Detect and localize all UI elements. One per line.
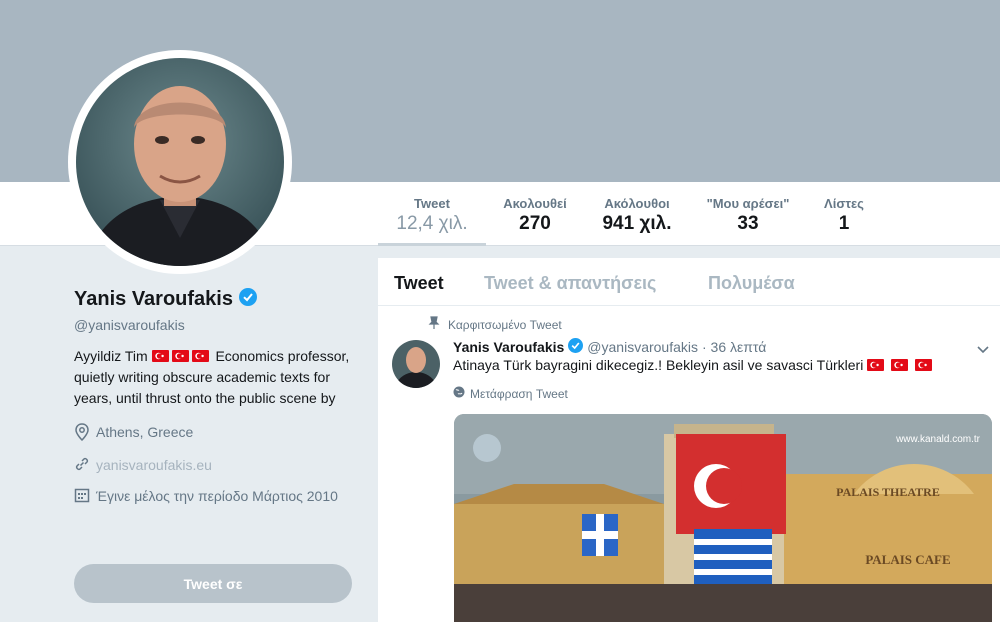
location-pin-icon	[74, 423, 90, 446]
turkey-flag-icon	[891, 359, 909, 371]
tab-media[interactable]: Πολυμέσα	[708, 273, 795, 294]
stat-likes[interactable]: "Μου αρέσει" 33	[700, 196, 796, 235]
tab-tweets[interactable]: Tweet	[394, 273, 444, 294]
profile-name[interactable]: Yanis Varoufakis	[74, 288, 233, 311]
joined-text: Έγινε μέλος την περίοδο Μάρτιος 2010	[96, 488, 338, 504]
media-sign-theatre: PALAIS THEATRE	[836, 485, 940, 499]
verified-badge-icon	[238, 288, 257, 311]
stat-value: 270	[519, 213, 551, 234]
globe-icon	[453, 386, 465, 401]
turkey-flag-icon	[151, 350, 169, 362]
stat-followers[interactable]: Ακόλουθοι 941 χιλ.	[594, 196, 680, 235]
tweet-author-name[interactable]: Yanis Varoufakis	[453, 339, 564, 355]
profile-website: yanisvaroufakis.eu	[74, 456, 364, 477]
translate-tweet-link[interactable]: Μετάφραση Tweet	[453, 386, 568, 401]
pinned-label: Καρφιτσωμένο Tweet	[448, 317, 562, 332]
timeline: Tweet Tweet & απαντήσεις Πολυμέσα Καρφιτ…	[378, 258, 1000, 622]
location-text: Athens, Greece	[96, 424, 194, 440]
calendar-icon	[74, 487, 90, 508]
profile-location: Athens, Greece	[74, 423, 364, 446]
turkey-flag-icon	[867, 359, 885, 371]
profile-card: Yanis Varoufakis @yanisvaroufakis Ayyild…	[74, 288, 364, 508]
turkey-flag-icon	[915, 359, 933, 371]
verified-badge-icon	[568, 338, 584, 356]
stat-label: Tweet	[414, 196, 450, 211]
stat-value: 941 χιλ.	[602, 213, 672, 234]
media-sign-cafe: PALAIS CAFE	[865, 552, 950, 567]
tweet-to-button[interactable]: Tweet σε	[74, 564, 352, 603]
turkey-flag-icon	[171, 350, 189, 362]
stat-label: Ακόλουθοι	[604, 196, 670, 211]
tweet-text: Atinaya Türk bayragini dikecegiz.! Bekle…	[453, 357, 935, 373]
pinned-indicator: Καρφιτσωμένο Tweet	[428, 316, 562, 333]
timeline-tabs: Tweet Tweet & απαντήσεις Πολυμέσα	[378, 258, 1000, 306]
stat-label: Λίστες	[824, 196, 864, 211]
pin-icon	[428, 316, 440, 333]
tweet-media-image[interactable]: www.kanald.com.tr PALAIS THEATRE PALAIS …	[454, 414, 992, 622]
tweet-author-handle[interactable]: @yanisvaroufakis	[587, 339, 698, 355]
profile-handle[interactable]: @yanisvaroufakis	[74, 317, 364, 333]
stat-value: 1	[838, 213, 850, 234]
stat-tweets[interactable]: Tweet 12,4 χιλ.	[378, 196, 486, 246]
chevron-down-icon[interactable]	[976, 342, 990, 360]
bio-text: Ayyildiz Tim	[74, 348, 148, 364]
tweet-avatar[interactable]	[392, 340, 440, 388]
stat-lists[interactable]: Λίστες 1	[814, 196, 874, 235]
tweet-header: Yanis Varoufakis @yanisvaroufakis · 36 λ…	[453, 338, 766, 356]
stat-following[interactable]: Ακολουθεί 270	[496, 196, 574, 235]
stat-value: 12,4 χιλ.	[396, 213, 468, 234]
link-icon	[74, 456, 90, 477]
profile-avatar[interactable]	[76, 58, 284, 266]
tweet-body: Atinaya Türk bayragini dikecegiz.! Bekle…	[453, 357, 864, 373]
tweet-timestamp[interactable]: · 36 λεπτά	[702, 339, 766, 355]
stat-value: 33	[737, 213, 759, 234]
profile-joined: Έγινε μέλος την περίοδο Μάρτιος 2010	[74, 487, 364, 508]
stat-label: Ακολουθεί	[503, 196, 567, 211]
website-link[interactable]: yanisvaroufakis.eu	[96, 456, 212, 475]
tab-tweets-replies[interactable]: Tweet & απαντήσεις	[484, 273, 656, 294]
profile-bio: Ayyildiz Tim Economics professor, quietl…	[74, 346, 359, 409]
stat-label: "Μου αρέσει"	[706, 196, 790, 211]
media-watermark: www.kanald.com.tr	[895, 434, 981, 445]
translate-label: Μετάφραση Tweet	[470, 386, 568, 401]
turkey-flag-icon	[191, 350, 209, 362]
